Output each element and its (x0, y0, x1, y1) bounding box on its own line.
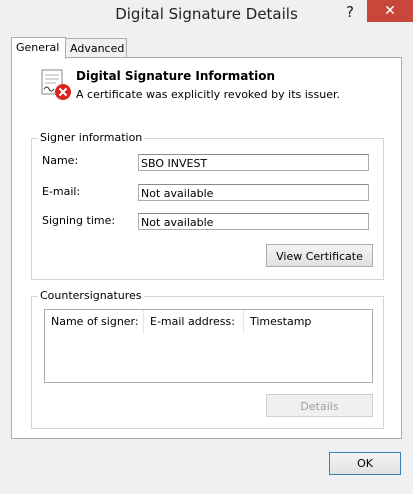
column-header-timestamp[interactable]: Timestamp (244, 310, 372, 334)
certificate-revoked-icon (41, 69, 71, 100)
ok-button[interactable]: OK (329, 452, 401, 475)
general-tab-panel: Digital Signature Information A certific… (11, 57, 402, 439)
email-field[interactable]: Not available (138, 184, 369, 201)
close-button[interactable]: ✕ (367, 0, 413, 22)
signer-group-label: Signer information (38, 131, 145, 144)
info-message: A certificate was explicitly revoked by … (76, 88, 341, 101)
signing-time-field[interactable]: Not available (138, 213, 369, 230)
signer-information-group: Signer information Name: SBO INVEST E-ma… (31, 131, 384, 280)
view-certificate-button[interactable]: View Certificate (266, 244, 373, 267)
countersignatures-list[interactable]: Name of signer: E-mail address: Timestam… (44, 309, 373, 383)
name-field[interactable]: SBO INVEST (138, 154, 369, 171)
countersignatures-group-label: Countersignatures (38, 289, 144, 302)
email-label: E-mail: (42, 185, 81, 198)
column-header-email[interactable]: E-mail address: (144, 310, 244, 334)
details-button[interactable]: Details (266, 394, 373, 417)
title-bar: Digital Signature Details ? ✕ (0, 0, 413, 30)
help-button[interactable]: ? (340, 2, 360, 22)
countersignatures-group: Countersignatures Name of signer: E-mail… (31, 289, 384, 429)
signing-time-label: Signing time: (42, 214, 116, 227)
tab-general[interactable]: General (11, 37, 66, 59)
tab-advanced[interactable]: Advanced (65, 38, 127, 58)
name-label: Name: (42, 154, 79, 167)
column-header-name[interactable]: Name of signer: (45, 310, 144, 334)
info-title: Digital Signature Information (76, 69, 276, 83)
